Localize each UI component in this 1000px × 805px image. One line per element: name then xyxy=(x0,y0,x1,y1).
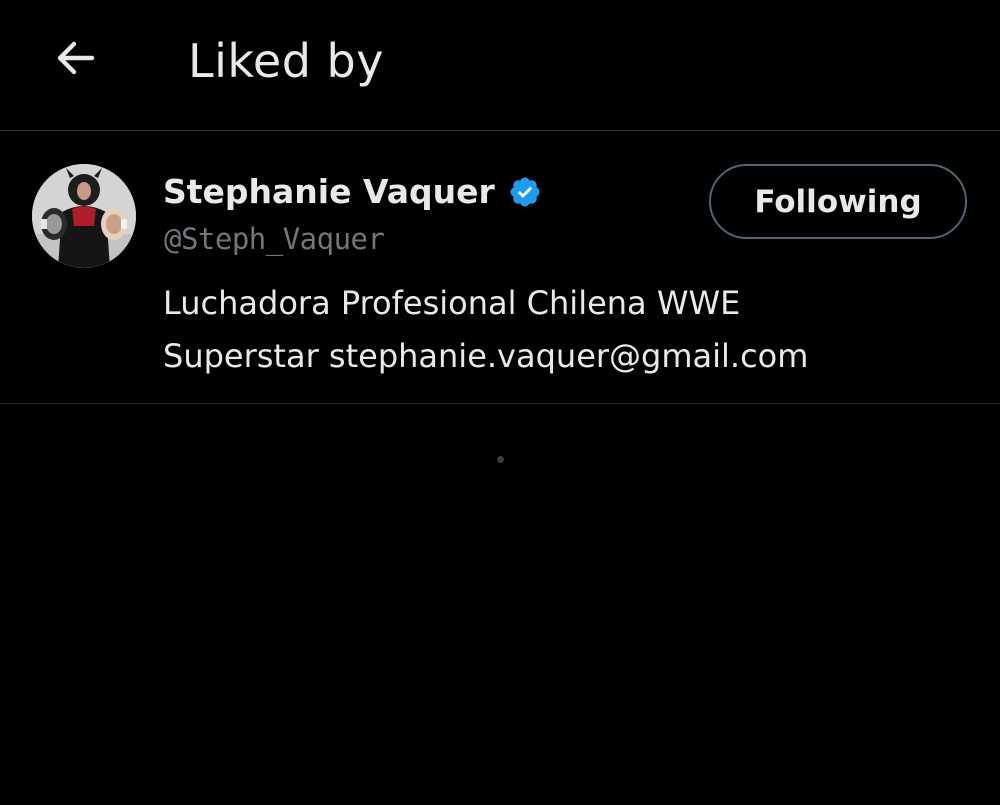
user-handle: @Steph_Vaquer xyxy=(164,222,385,256)
top-bar: Liked by xyxy=(0,0,1000,131)
back-button[interactable] xyxy=(44,28,108,92)
bio-line: Superstar stephanie.vaquer@gmail.com xyxy=(163,337,809,375)
arrow-left-icon xyxy=(52,34,100,86)
user-cell[interactable]: Stephanie Vaquer @Steph_Vaquer Following… xyxy=(0,131,1000,404)
app-screen: Liked by Stephanie Vaquer @Steph_Vaquer … xyxy=(0,0,1000,805)
bio-line: Luchadora Profesional Chilena WWE xyxy=(163,284,741,322)
display-name[interactable]: Stephanie Vaquer xyxy=(163,169,495,215)
display-name-row[interactable]: Stephanie Vaquer xyxy=(163,169,542,215)
verified-badge-icon xyxy=(508,175,542,209)
following-button[interactable]: Following xyxy=(709,164,967,239)
page-title: Liked by xyxy=(188,34,384,88)
loading-indicator xyxy=(497,456,504,463)
avatar[interactable] xyxy=(32,164,136,268)
user-bio: Luchadora Profesional Chilena WWE Supers… xyxy=(163,277,943,383)
